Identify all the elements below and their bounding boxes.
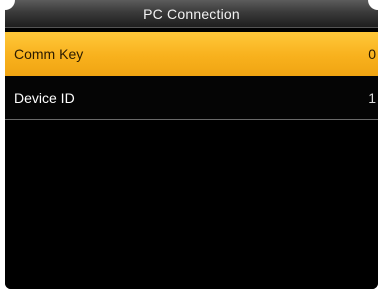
title-bar-corner-right: [368, 0, 378, 10]
page-title: PC Connection: [143, 5, 240, 22]
empty-content-area: [5, 121, 378, 289]
menu-item-comm-key[interactable]: Comm Key 0: [5, 32, 378, 76]
menu-item-label: Comm Key: [14, 46, 84, 62]
menu-item-device-id[interactable]: Device ID 1: [5, 76, 378, 120]
menu-item-value: 1: [368, 89, 376, 106]
device-screen: PC Connection Comm Key 0 Device ID 1: [5, 0, 378, 289]
title-bar: PC Connection: [5, 0, 378, 28]
menu-item-label: Device ID: [14, 89, 75, 106]
menu-item-value: 0: [368, 46, 376, 62]
title-bar-corner-left: [5, 0, 15, 10]
